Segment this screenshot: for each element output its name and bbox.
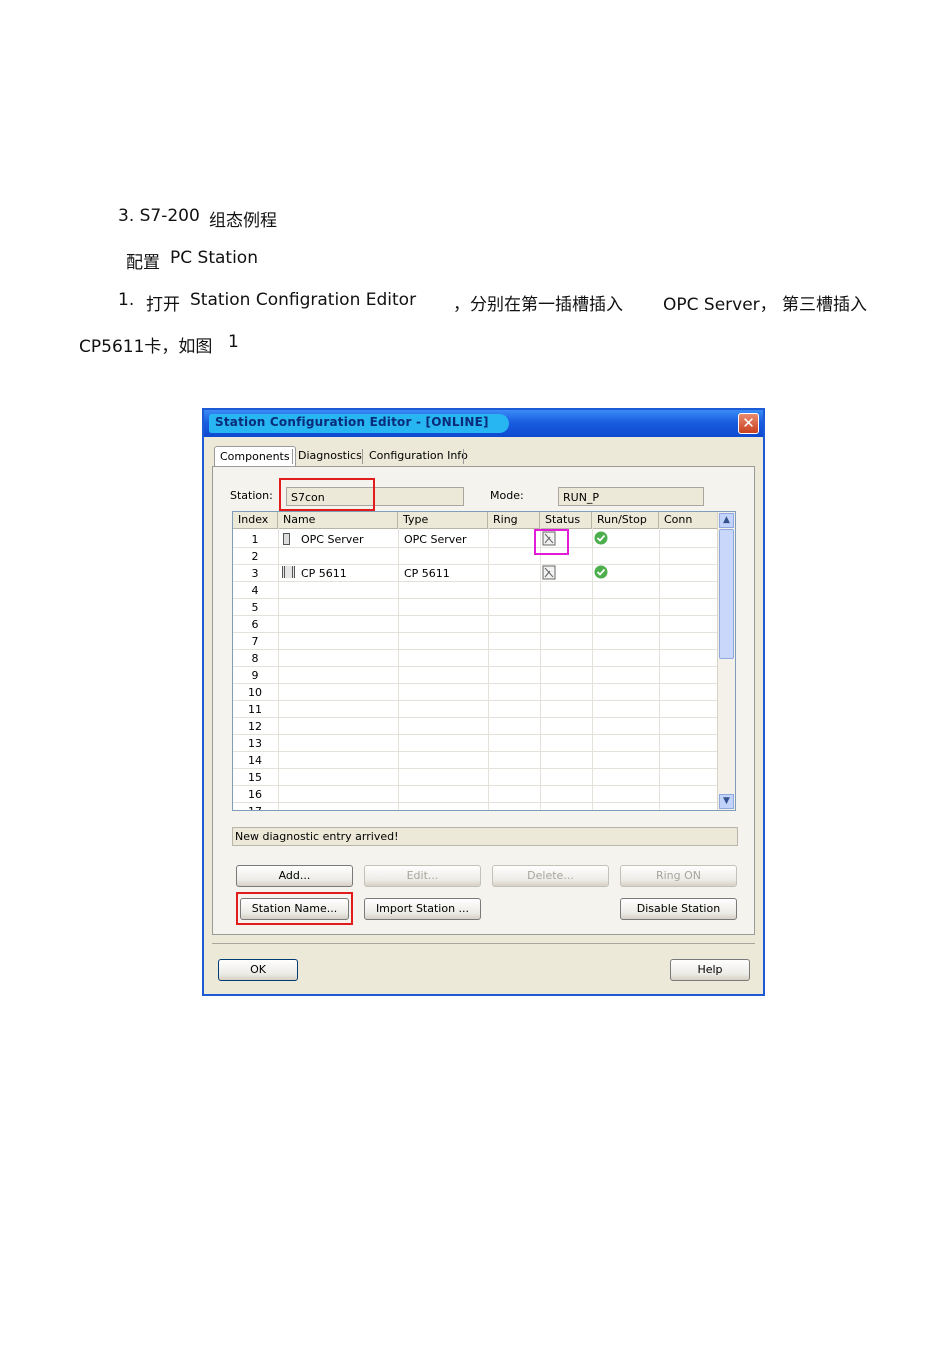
col-run-stop[interactable]: Run/Stop <box>592 512 659 528</box>
components-table[interactable]: Index Name Type Ring Status Run/Stop Con… <box>232 511 736 811</box>
station-configuration-dialog: Station Configuration Editor - [ONLINE] … <box>202 408 765 996</box>
doc-step-1-opc: OPC Server， <box>663 295 777 315</box>
title-bar[interactable]: Station Configuration Editor - [ONLINE] … <box>204 410 763 437</box>
doc-step-1-open: 打开 <box>146 295 180 315</box>
row-index[interactable]: 10 <box>233 684 277 701</box>
row-index[interactable]: 11 <box>233 701 277 718</box>
row-index[interactable]: 9 <box>233 667 277 684</box>
tab-configuration-info[interactable]: Configuration Info <box>364 446 473 466</box>
row-index[interactable]: 17 <box>233 803 277 810</box>
components-panel: Station: S7con Mode: RUN_P Index Name Ty… <box>212 466 755 935</box>
station-name-button-highlight <box>236 892 353 925</box>
col-ring[interactable]: Ring <box>488 512 540 528</box>
row-index[interactable]: 13 <box>233 735 277 752</box>
row-index[interactable]: 14 <box>233 752 277 769</box>
col-index[interactable]: Index <box>233 512 278 528</box>
row-index[interactable]: 16 <box>233 786 277 803</box>
row-separator <box>233 666 719 667</box>
tab-diagnostics[interactable]: Diagnostics <box>293 446 367 466</box>
add-button[interactable]: Add... <box>236 865 353 887</box>
row-index[interactable]: 7 <box>233 633 277 650</box>
status-message: New diagnostic entry arrived! <box>232 827 738 846</box>
row-index[interactable]: 12 <box>233 718 277 735</box>
network-card-icon <box>282 566 295 578</box>
ring-on-button[interactable]: Ring ON <box>620 865 737 887</box>
row-index[interactable]: 5 <box>233 599 277 616</box>
row-separator <box>233 700 719 701</box>
row-separator <box>233 615 719 616</box>
station-field-highlight <box>279 478 375 511</box>
doc-subheading-verb: 配置 <box>126 253 160 273</box>
tab-components[interactable]: Components <box>214 446 296 467</box>
delete-button[interactable]: Delete... <box>492 865 609 887</box>
row-index[interactable]: 15 <box>233 769 277 786</box>
green-check-icon <box>594 565 608 579</box>
row-separator <box>233 734 719 735</box>
mode-field: RUN_P <box>558 487 704 506</box>
row-separator <box>233 547 719 548</box>
doc-figure-number: 1 <box>228 332 239 352</box>
ok-button[interactable]: OK <box>218 959 298 981</box>
scroll-down-icon[interactable]: ▼ <box>719 794 734 809</box>
row-separator <box>233 632 719 633</box>
doc-subheading-target: PC Station <box>170 248 258 268</box>
row-index[interactable]: 3 <box>233 565 277 582</box>
doc-step-1-insert: ，分别在第一插槽插入 <box>453 295 623 315</box>
import-station-button[interactable]: Import Station ... <box>364 898 481 920</box>
close-icon[interactable]: ✕ <box>738 413 759 434</box>
mode-label: Mode: <box>490 489 524 502</box>
row-name[interactable]: OPC Server <box>301 531 364 548</box>
row-type[interactable]: CP 5611 <box>404 565 450 582</box>
disable-station-button[interactable]: Disable Station <box>620 898 737 920</box>
dialog-title: Station Configuration Editor - [ONLINE] <box>215 415 489 429</box>
row-separator <box>233 649 719 650</box>
doc-step-1-slot3: 第三槽插入 <box>782 295 867 315</box>
station-label: Station: <box>230 489 273 502</box>
edit-button[interactable]: Edit... <box>364 865 481 887</box>
help-button[interactable]: Help <box>670 959 750 981</box>
row-separator <box>233 683 719 684</box>
row-index[interactable]: 6 <box>233 616 277 633</box>
tab-separator <box>463 449 464 464</box>
row-separator <box>233 751 719 752</box>
status-icon-highlight <box>534 529 569 555</box>
doc-heading-text: 组态例程 <box>209 211 277 231</box>
row-index[interactable]: 2 <box>233 548 277 565</box>
doc-step-1-num: 1. <box>118 290 135 310</box>
row-index[interactable]: 1 <box>233 531 277 548</box>
row-separator <box>233 717 719 718</box>
col-name[interactable]: Name <box>278 512 398 528</box>
component-status-icon <box>542 565 556 580</box>
scroll-up-icon[interactable]: ▲ <box>719 513 734 528</box>
green-check-icon <box>594 531 608 545</box>
col-type[interactable]: Type <box>398 512 488 528</box>
row-index[interactable]: 4 <box>233 582 277 599</box>
row-separator <box>233 598 719 599</box>
row-index[interactable]: 8 <box>233 650 277 667</box>
footer-divider <box>212 943 755 944</box>
col-conn[interactable]: Conn <box>659 512 719 528</box>
row-separator <box>233 581 719 582</box>
doc-step-1-card: CP5611卡，如图 <box>79 337 213 357</box>
scroll-thumb[interactable] <box>719 529 734 659</box>
row-name[interactable]: CP 5611 <box>301 565 347 582</box>
opc-server-icon <box>283 533 290 545</box>
row-separator <box>233 785 719 786</box>
table-header: Index Name Type Ring Status Run/Stop Con… <box>233 512 719 529</box>
col-status[interactable]: Status <box>540 512 592 528</box>
table-scrollbar[interactable]: ▲ ▼ <box>717 512 735 810</box>
row-type[interactable]: OPC Server <box>404 531 467 548</box>
row-separator <box>233 802 719 803</box>
doc-heading-number: 3. S7-200 <box>118 206 200 226</box>
doc-step-1-app: Station Configration Editor <box>190 290 417 310</box>
tab-separator <box>362 449 363 464</box>
row-separator <box>233 768 719 769</box>
